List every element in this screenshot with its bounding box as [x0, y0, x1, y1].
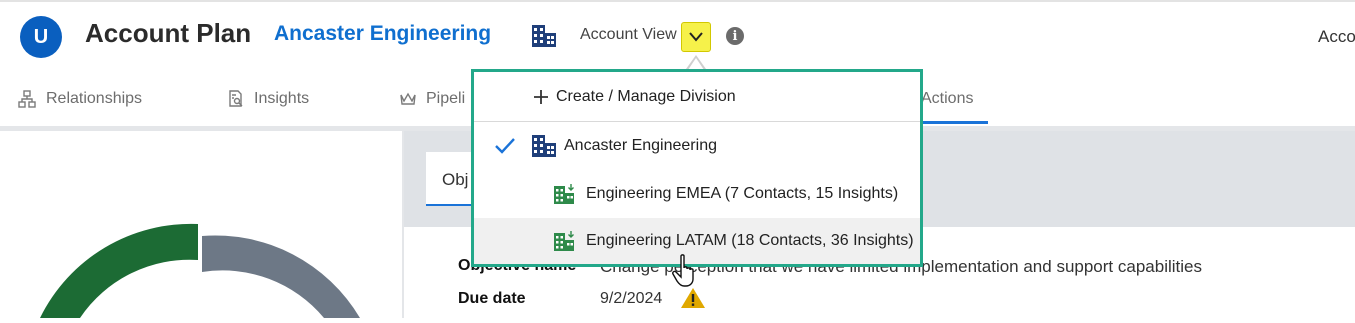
hand-cursor-icon: [672, 254, 702, 293]
tab-relationships[interactable]: Relationships: [18, 90, 142, 108]
crown-icon: [400, 92, 416, 105]
progress-donut: [0, 190, 402, 323]
tab-relationships-label: Relationships: [46, 90, 143, 107]
division-item-latam-label: Engineering LATAM (18 Contacts, 36 Insig…: [586, 232, 914, 249]
insights-icon: [229, 90, 243, 107]
donut-segment-green: [40, 223, 198, 318]
create-manage-division-label: Create / Manage Division: [556, 87, 736, 105]
tab-pipeline-label: Pipeli: [426, 90, 466, 107]
page-title: Account Plan: [85, 18, 252, 48]
info-icon-glyph: i: [732, 28, 738, 44]
logo-letter: U: [33, 25, 49, 48]
tab-objective-label: Obj: [442, 170, 469, 189]
tab-insights[interactable]: Insights: [228, 90, 309, 108]
header-right-text[interactable]: Acco: [1318, 27, 1355, 47]
hierarchy-icon: [18, 90, 36, 108]
account-name-link[interactable]: Ancaster Engineering: [274, 22, 491, 46]
due-date-label: Due date: [458, 290, 526, 307]
division-item-ancaster[interactable]: Ancaster Engineering: [474, 122, 920, 170]
tab-pipeline[interactable]: Pipeli: [400, 90, 465, 108]
donut-segment-gray: [202, 235, 360, 318]
checkmark-icon: [495, 138, 515, 154]
division-item-emea[interactable]: Engineering EMEA (7 Contacts, 15 Insight…: [474, 170, 920, 218]
division-item-ancaster-label: Ancaster Engineering: [564, 137, 717, 154]
division-item-emea-label: Engineering EMEA (7 Contacts, 15 Insight…: [586, 185, 899, 202]
tab-insights-label: Insights: [254, 90, 310, 107]
create-manage-division-item[interactable]: Create / Manage Division: [474, 72, 920, 122]
tab-actions[interactable]: Actions: [921, 90, 973, 108]
building-icon: [532, 135, 556, 157]
info-icon[interactable]: i: [726, 27, 744, 45]
plus-icon: [534, 89, 548, 104]
chevron-down-icon: [689, 32, 703, 42]
building-icon: [532, 25, 556, 52]
account-view-dropdown-menu: Create / Manage Division Ancaster Engine…: [471, 69, 923, 267]
division-building-icon: [554, 231, 574, 251]
due-date-value: 9/2/2024: [600, 290, 663, 307]
app-logo[interactable]: U: [20, 16, 62, 58]
division-building-icon: [554, 184, 574, 204]
account-view-label: Account View: [580, 26, 677, 43]
account-view-dropdown-button[interactable]: [681, 22, 711, 52]
